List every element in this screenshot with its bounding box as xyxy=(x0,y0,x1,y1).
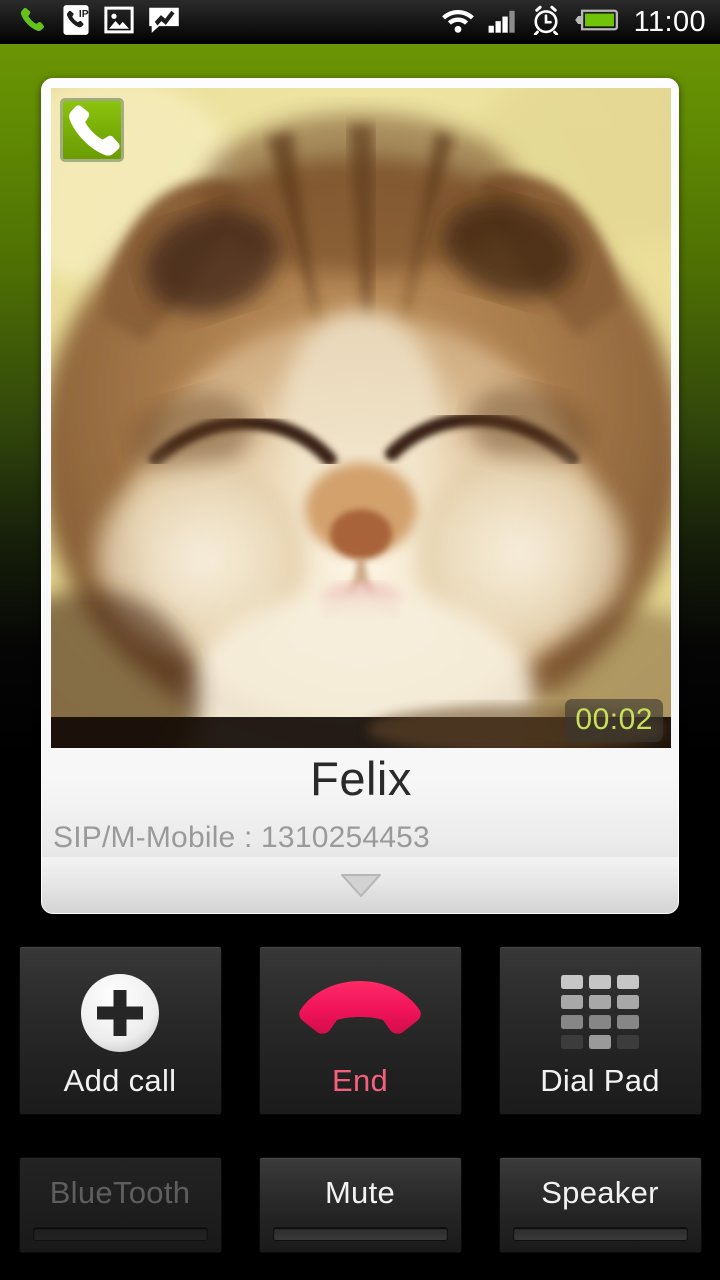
end-call-label: End xyxy=(331,1062,389,1098)
speaker-toggle[interactable]: Speaker xyxy=(498,1157,702,1253)
signal-icon xyxy=(488,6,518,39)
battery-icon xyxy=(574,6,618,39)
bluetooth-state-indicator xyxy=(32,1227,208,1241)
kitten-photo-art xyxy=(51,88,671,748)
speaker-state-indicator xyxy=(512,1227,688,1241)
mute-label: Mute xyxy=(324,1175,396,1210)
speaker-cell: Speaker xyxy=(480,1157,720,1253)
image-icon xyxy=(104,5,134,40)
alarm-icon xyxy=(531,5,561,40)
dial-pad-icon xyxy=(560,969,640,1057)
plus-circle-icon xyxy=(79,969,161,1057)
bluetooth-label: BlueTooth xyxy=(49,1175,191,1210)
call-in-progress-screen: IP 11:00 00:02 Felix SIP/M-Mobile: 1310… xyxy=(0,0,720,1280)
add-call-cell: Add call xyxy=(0,945,240,1115)
status-bar-notification-icons: IP xyxy=(0,4,180,41)
contact-number: SIP/M-Mobile : 1310254453 xyxy=(53,821,430,854)
mute-state-indicator xyxy=(272,1227,448,1241)
svg-text:IP: IP xyxy=(79,9,89,20)
add-call-label: Add call xyxy=(63,1062,177,1098)
contact-name: Felix xyxy=(310,752,412,805)
dial-pad-cell: Dial Pad xyxy=(480,945,720,1115)
secondary-call-toggles: BlueTooth Mute Speaker xyxy=(0,1157,720,1253)
message-icon xyxy=(148,5,180,40)
speaker-label: Speaker xyxy=(541,1175,659,1210)
call-info-card[interactable]: 00:02 Felix SIP/M-Mobile : 1310254453 xyxy=(41,78,679,914)
end-call-cell: End xyxy=(240,945,480,1115)
dial-pad-button[interactable]: Dial Pad xyxy=(498,945,702,1115)
phone-call-icon xyxy=(18,5,48,40)
contact-photo[interactable]: 00:02 xyxy=(51,88,671,748)
status-bar[interactable]: IP 11:00 xyxy=(0,0,720,44)
bluetooth-cell: BlueTooth xyxy=(0,1157,240,1253)
status-bar-clock: 11:00 xyxy=(633,5,706,38)
end-call-icon xyxy=(295,969,425,1057)
chevron-down-triangle-icon xyxy=(340,872,382,898)
phone-handset-icon xyxy=(60,98,124,162)
end-call-button[interactable]: End xyxy=(258,945,462,1115)
card-drag-handle[interactable] xyxy=(42,857,678,913)
bluetooth-toggle[interactable]: BlueTooth xyxy=(18,1157,222,1253)
status-bar-system-icons: 11:00 xyxy=(441,5,720,40)
ip-call-icon: IP xyxy=(62,4,90,41)
dial-pad-label: Dial Pad xyxy=(540,1062,660,1098)
wifi-icon xyxy=(441,6,475,39)
call-duration-timer: 00:02 xyxy=(565,699,663,742)
mute-toggle[interactable]: Mute xyxy=(258,1157,462,1253)
mute-cell: Mute xyxy=(240,1157,480,1253)
primary-call-actions: Add call End Dial Pad xyxy=(0,945,720,1115)
add-call-button[interactable]: Add call xyxy=(18,945,222,1115)
